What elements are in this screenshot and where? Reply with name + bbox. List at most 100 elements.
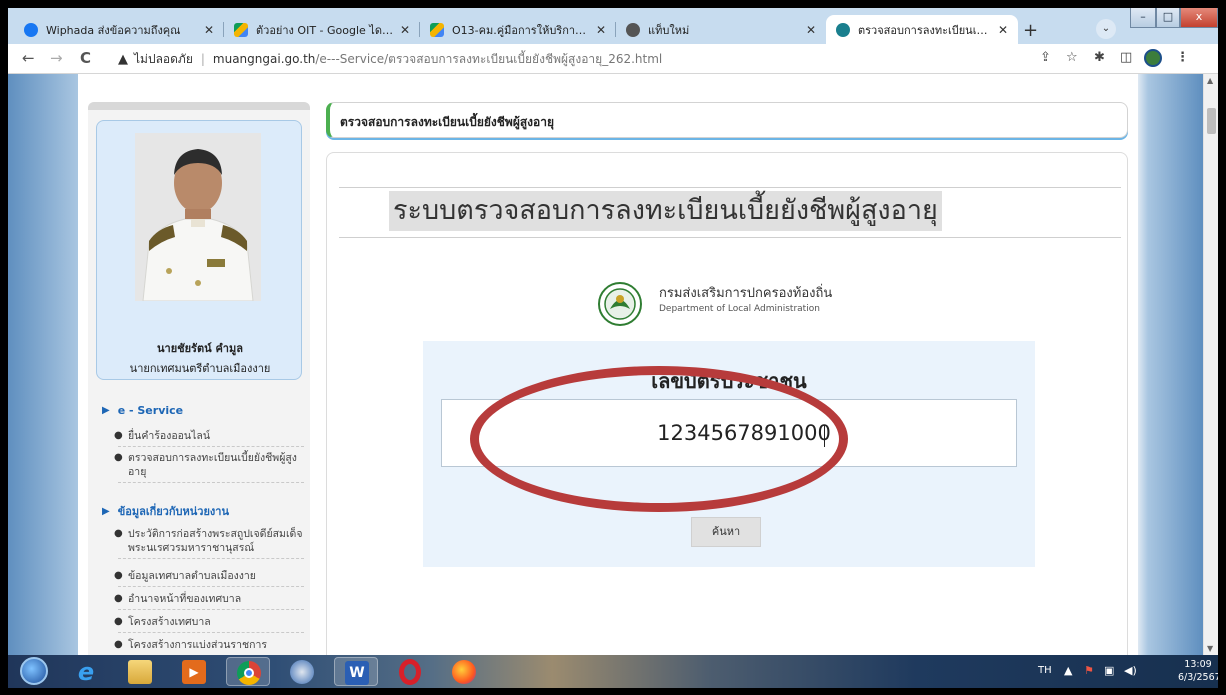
tab-new-tab[interactable]: แท็บใหม่ ✕ bbox=[616, 15, 826, 44]
vertical-scrollbar[interactable]: ▲ ▼ bbox=[1203, 74, 1218, 655]
folder-icon bbox=[128, 660, 152, 684]
logo-text-thai: กรมส่งเสริมการปกครองท้องถิ่น bbox=[659, 286, 833, 301]
bullet-icon: ● bbox=[114, 430, 123, 441]
bullet-icon: ● bbox=[114, 593, 123, 604]
side-panel-icon[interactable]: ◫ bbox=[1120, 50, 1132, 65]
clock-time: 13:09 bbox=[1184, 659, 1212, 670]
menu-item-division-structure[interactable]: ● โครงสร้างการแบ่งส่วนราชการ bbox=[114, 638, 304, 655]
tab-title: Wiphada ส่งข้อความถึงคุณ bbox=[46, 23, 181, 37]
tab-search-button[interactable]: ⌄ bbox=[1096, 19, 1116, 39]
facebook-icon bbox=[24, 22, 38, 37]
address-separator: | bbox=[200, 52, 205, 66]
menu-item-elderly-check[interactable]: ● ตรวจสอบการลงทะเบียนเบี้ยยังชีพผู้สูงอา… bbox=[114, 451, 304, 483]
system-clock[interactable]: 13:09 6/3/2567 bbox=[1178, 658, 1218, 684]
logo-text-english: Department of Local Administration bbox=[659, 304, 820, 314]
section-title: e - Service bbox=[117, 404, 184, 417]
tab-google-drive[interactable]: ตัวอย่าง OIT - Google ไดรฟ์ ✕ bbox=[224, 15, 420, 44]
section-title: ข้อมูลเกี่ยวกับหน่วยงาน bbox=[117, 505, 229, 518]
bullet-icon: ● bbox=[114, 639, 123, 650]
bullet-icon: ● bbox=[114, 452, 123, 463]
url-path: /e---Service/ตรวจสอบการลงทะเบียนเบี้ยยัง… bbox=[315, 51, 663, 66]
search-button[interactable]: ค้นหา bbox=[691, 517, 761, 547]
forward-button[interactable]: → bbox=[50, 49, 63, 67]
address-bar[interactable]: ▲ ไม่ปลอดภัย | muangngai.go.th /e---Serv… bbox=[118, 48, 1018, 70]
close-window-button[interactable]: x bbox=[1180, 8, 1218, 28]
share-icon[interactable]: ⇪ bbox=[1040, 50, 1051, 65]
bookmark-star-icon[interactable]: ☆ bbox=[1066, 50, 1078, 65]
action-center-flag-icon[interactable]: ⚑ bbox=[1084, 664, 1094, 677]
menu-item-structure[interactable]: ● โครงสร้างเทศบาล bbox=[114, 615, 304, 633]
profile-avatar-icon[interactable] bbox=[1144, 49, 1162, 67]
language-indicator[interactable]: TH bbox=[1038, 665, 1052, 676]
sidebar-top-bar bbox=[88, 102, 310, 110]
volume-icon[interactable]: ◀) bbox=[1124, 664, 1137, 677]
close-tab-icon[interactable]: ✕ bbox=[400, 23, 410, 37]
security-label[interactable]: ไม่ปลอดภัย bbox=[134, 50, 193, 69]
scrollbar-thumb[interactable] bbox=[1207, 108, 1216, 134]
taskbar-file-explorer[interactable] bbox=[118, 657, 162, 686]
close-tab-icon[interactable]: ✕ bbox=[596, 23, 606, 37]
content-card: ระบบตรวจสอบการลงทะเบียนเบี้ยยังชีพผู้สูง… bbox=[326, 152, 1128, 655]
tab-strip: Wiphada ส่งข้อความถึงคุณ ✕ ตัวอย่าง OIT … bbox=[8, 8, 1218, 44]
new-tab-button[interactable]: + bbox=[1023, 20, 1038, 41]
sync-icon bbox=[290, 660, 314, 684]
mayor-profile-card: นายชัยรัตน์ คำมูล นายกเทศมนตรีตำบลเมืองง… bbox=[96, 120, 302, 380]
taskbar-word[interactable]: W bbox=[334, 657, 378, 686]
firefox-icon bbox=[452, 660, 476, 684]
tab-manual[interactable]: O13-คม.คู่มือการให้บริการ e-servi ✕ bbox=[420, 15, 616, 44]
taskbar-firefox[interactable] bbox=[442, 657, 486, 686]
menu-item-duties[interactable]: ● อำนาจหน้าที่ของเทศบาล bbox=[114, 592, 304, 610]
tab-title: ตัวอย่าง OIT - Google ไดรฟ์ bbox=[256, 23, 394, 37]
triangle-right-icon: ▶ bbox=[102, 405, 110, 416]
mayor-photo bbox=[135, 133, 261, 301]
menu-item-online-request[interactable]: ● ยื่นคำร้องออนไลน์ bbox=[114, 429, 304, 447]
close-tab-icon[interactable]: ✕ bbox=[204, 23, 214, 37]
search-form-panel: เลขบัตรประชาชน ค้นหา bbox=[423, 341, 1035, 567]
taskbar-internet-explorer[interactable]: e bbox=[64, 657, 108, 686]
google-drive-icon bbox=[234, 22, 248, 37]
internet-explorer-icon: e bbox=[77, 658, 95, 686]
taskbar-media-player[interactable]: ▶ bbox=[172, 657, 216, 686]
scroll-down-icon[interactable]: ▼ bbox=[1207, 644, 1213, 653]
chrome-icon bbox=[237, 661, 261, 685]
media-player-icon: ▶ bbox=[182, 660, 206, 684]
show-hidden-icons-icon[interactable]: ▲ bbox=[1064, 664, 1072, 677]
start-button[interactable] bbox=[12, 657, 56, 686]
taskbar-opera[interactable] bbox=[388, 657, 432, 686]
section-e-service[interactable]: ▶ e - Service bbox=[102, 404, 183, 417]
extensions-icon[interactable]: ✱ bbox=[1094, 50, 1105, 65]
page-breadcrumb: ตรวจสอบการลงทะเบียนเบี้ยยังชีพผู้สูงอายุ bbox=[326, 102, 1128, 138]
tab-active-page[interactable]: ตรวจสอบการลงทะเบียนเบี้ยยังชีพผู้สู ✕ bbox=[826, 15, 1018, 44]
bullet-icon: ● bbox=[114, 570, 123, 581]
clock-date: 6/3/2567 bbox=[1178, 672, 1218, 683]
warning-icon[interactable]: ▲ bbox=[118, 52, 128, 67]
bullet-icon: ● bbox=[114, 528, 123, 539]
taskbar-sync-app[interactable] bbox=[280, 657, 324, 686]
mayor-position: นายกเทศมนตรีตำบลเมืองงาย bbox=[129, 362, 271, 375]
close-tab-icon[interactable]: ✕ bbox=[806, 23, 816, 37]
reload-button[interactable]: C bbox=[80, 49, 91, 67]
tab-title: ตรวจสอบการลงทะเบียนเบี้ยยังชีพผู้สู bbox=[858, 23, 992, 37]
triangle-right-icon: ▶ bbox=[102, 505, 110, 517]
menu-item-municipality-info[interactable]: ● ข้อมูลเทศบาลตำบลเมืองงาย bbox=[114, 569, 304, 587]
citizen-id-input[interactable] bbox=[441, 399, 1017, 467]
divider bbox=[339, 187, 1121, 188]
close-tab-icon[interactable]: ✕ bbox=[998, 23, 1008, 37]
tab-messenger[interactable]: Wiphada ส่งข้อความถึงคุณ ✕ bbox=[14, 15, 224, 44]
scroll-up-icon[interactable]: ▲ bbox=[1207, 76, 1213, 85]
menu-item-stupa-history[interactable]: ● ประวัติการก่อสร้างพระสถูปเจดีย์สมเด็จพ… bbox=[114, 527, 304, 559]
network-icon[interactable]: ▣ bbox=[1104, 664, 1114, 677]
word-icon: W bbox=[345, 661, 369, 685]
windows-taskbar: e ▶ W TH ▲ ⚑ ▣ ◀) 13:09 6/3/2567 bbox=[8, 655, 1218, 688]
web-page: นายชัยรัตน์ คำมูล นายกเทศมนตรีตำบลเมืองง… bbox=[78, 74, 1138, 655]
taskbar-chrome[interactable] bbox=[226, 657, 270, 686]
section-about-agency[interactable]: ▶ ข้อมูลเกี่ยวกับหน่วยงาน bbox=[102, 502, 229, 520]
browser-window: Wiphada ส่งข้อความถึงคุณ ✕ ตัวอย่าง OIT … bbox=[8, 8, 1218, 688]
menu-kebab-icon[interactable]: ⋮ bbox=[1176, 50, 1189, 65]
minimize-button[interactable]: – bbox=[1130, 8, 1156, 28]
back-button[interactable]: ← bbox=[22, 49, 35, 67]
divider bbox=[339, 237, 1121, 238]
page-viewport: นายชัยรัตน์ คำมูล นายกเทศมนตรีตำบลเมืองง… bbox=[8, 74, 1218, 655]
maximize-button[interactable]: □ bbox=[1156, 8, 1180, 28]
tab-title: แท็บใหม่ bbox=[648, 23, 690, 37]
